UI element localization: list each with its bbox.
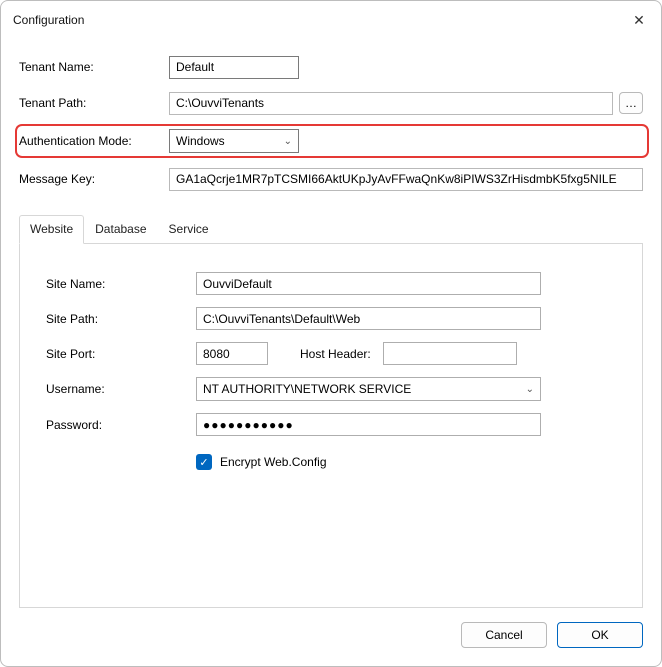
- titlebar: Configuration ✕: [1, 1, 661, 39]
- cancel-button[interactable]: Cancel: [461, 622, 547, 648]
- tab-website-label: Website: [30, 222, 73, 236]
- tabstrip: Website Database Service: [19, 215, 643, 244]
- tab-database[interactable]: Database: [84, 215, 157, 244]
- tenant-name-label: Tenant Name:: [19, 60, 169, 74]
- message-key-row: Message Key:: [19, 167, 643, 191]
- message-key-input[interactable]: [169, 168, 643, 191]
- site-port-label: Site Port:: [46, 347, 196, 361]
- check-icon: ✓: [199, 456, 208, 469]
- site-name-label: Site Name:: [46, 277, 196, 291]
- username-label: Username:: [46, 382, 196, 396]
- encrypt-label: Encrypt Web.Config: [220, 455, 327, 469]
- tenant-path-row: Tenant Path: …: [19, 91, 643, 115]
- chevron-down-icon: ⌄: [526, 384, 534, 395]
- message-key-label: Message Key:: [19, 172, 169, 186]
- password-row: Password:: [46, 413, 632, 436]
- site-port-row: Site Port: Host Header:: [46, 342, 632, 365]
- close-button[interactable]: ✕: [627, 8, 651, 32]
- tab-service[interactable]: Service: [158, 215, 220, 244]
- host-header-label: Host Header:: [300, 347, 371, 361]
- tenant-path-label: Tenant Path:: [19, 96, 169, 110]
- encrypt-row: ✓ Encrypt Web.Config: [196, 454, 632, 470]
- dialog-body: Tenant Name: Tenant Path: … Authenticati…: [1, 39, 661, 608]
- tenant-name-input[interactable]: [169, 56, 299, 79]
- username-select[interactable]: NT AUTHORITY\NETWORK SERVICE ⌄: [196, 377, 541, 401]
- ok-button[interactable]: OK: [557, 622, 643, 648]
- site-path-label: Site Path:: [46, 312, 196, 326]
- host-header-input[interactable]: [383, 342, 517, 365]
- tabpanel-website: Site Name: Site Path: Site Port: Host He…: [19, 243, 643, 608]
- site-name-row: Site Name:: [46, 272, 632, 295]
- dialog-footer: Cancel OK: [1, 608, 661, 666]
- tenant-path-input[interactable]: [169, 92, 613, 115]
- username-row: Username: NT AUTHORITY\NETWORK SERVICE ⌄: [46, 377, 632, 401]
- username-value: NT AUTHORITY\NETWORK SERVICE: [203, 382, 411, 396]
- site-path-row: Site Path:: [46, 307, 632, 330]
- cancel-button-label: Cancel: [485, 628, 522, 642]
- configuration-dialog: Configuration ✕ Tenant Name: Tenant Path…: [0, 0, 662, 667]
- tab-database-label: Database: [95, 222, 146, 236]
- site-path-input: [196, 307, 541, 330]
- browse-button[interactable]: …: [619, 92, 643, 114]
- tab-service-label: Service: [169, 222, 209, 236]
- ok-button-label: OK: [591, 628, 608, 642]
- window-title: Configuration: [13, 13, 84, 27]
- chevron-down-icon: ⌄: [284, 136, 292, 147]
- tab-website[interactable]: Website: [19, 215, 84, 244]
- auth-mode-row-highlight: Authentication Mode: Windows ⌄: [15, 124, 649, 158]
- tenant-name-row: Tenant Name:: [19, 55, 643, 79]
- site-name-input[interactable]: [196, 272, 541, 295]
- auth-mode-label: Authentication Mode:: [19, 134, 169, 148]
- tabs: Website Database Service Site Name: Site…: [19, 215, 643, 608]
- ellipsis-icon: …: [625, 96, 637, 110]
- auth-mode-select[interactable]: Windows ⌄: [169, 129, 299, 153]
- password-input[interactable]: [196, 413, 541, 436]
- auth-mode-value: Windows: [176, 134, 225, 148]
- site-port-input[interactable]: [196, 342, 268, 365]
- password-label: Password:: [46, 418, 196, 432]
- encrypt-checkbox[interactable]: ✓: [196, 454, 212, 470]
- close-icon: ✕: [633, 12, 645, 29]
